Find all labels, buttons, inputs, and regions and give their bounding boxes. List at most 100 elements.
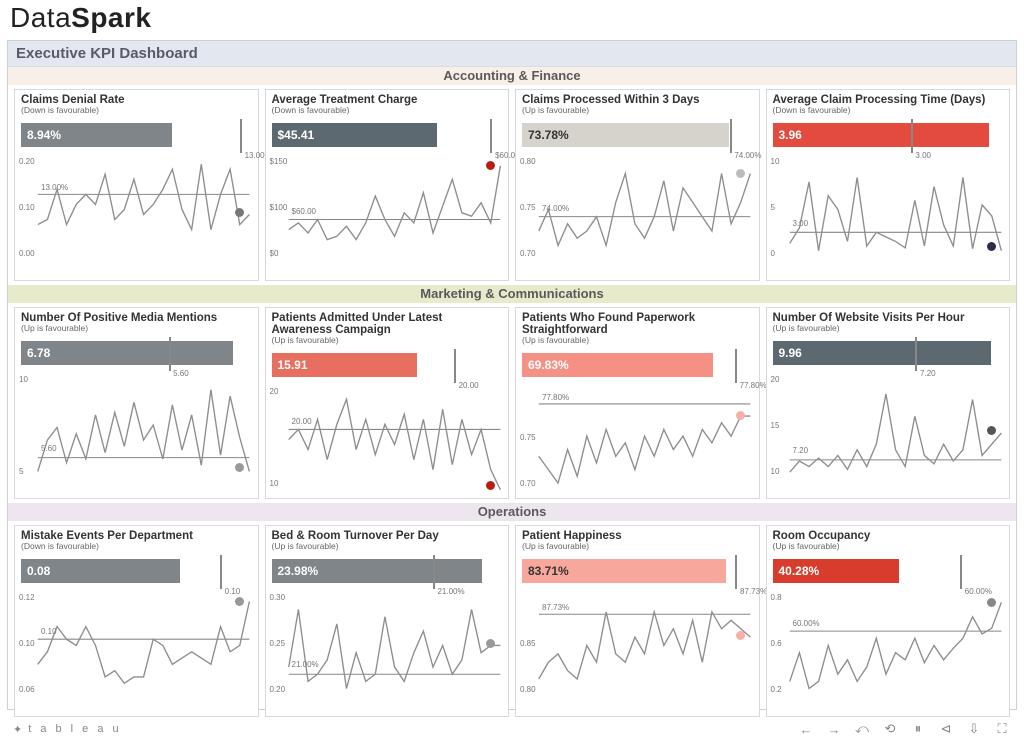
end-dot-icon [736, 411, 745, 420]
share-icon[interactable]: ⊲ [939, 722, 953, 736]
target-marker [915, 337, 917, 371]
kpi-direction: (Up is favourable) [21, 323, 252, 333]
refresh-icon[interactable]: ⟲ [883, 722, 897, 736]
y-tick-label: 10 [270, 479, 279, 488]
y-tick-label: 0.10 [19, 203, 35, 212]
nav-forward-icon[interactable]: → [827, 722, 841, 736]
kpi-card[interactable]: Mistake Events Per Department(Down is fa… [14, 525, 259, 717]
kpi-value-bar: 6.78 [21, 341, 233, 365]
target-marker [220, 555, 222, 589]
kpi-value-bar: 15.91 [272, 353, 417, 377]
kpi-card[interactable]: Patients Admitted Under Latest Awareness… [265, 307, 510, 499]
kpi-direction: (Up is favourable) [773, 323, 1004, 333]
sparkline-zone: 0.300.250.2021.00% [272, 591, 503, 699]
sparkline-zone: $150 $100 $0 $60.00 [272, 155, 503, 263]
y-tick-label: $100 [270, 203, 288, 212]
y-tick-label: 0.6 [771, 639, 782, 648]
kpi-value: 15.91 [278, 358, 308, 372]
tableau-logo-text: t a b l e a u [28, 723, 121, 735]
mean-label: 7.20 [793, 446, 809, 455]
y-tick-label: $150 [270, 157, 288, 166]
fullscreen-icon[interactable]: ⛶ [995, 722, 1009, 736]
kpi-direction: (Down is favourable) [272, 105, 503, 115]
end-dot-icon [987, 242, 996, 251]
section-header-finance: Accounting & Finance [8, 67, 1016, 85]
sparkline-zone: 0.800.750.7074.00% [522, 155, 753, 263]
y-tick-label: 0.10 [19, 639, 35, 648]
kpi-value-bar: 0.08 [21, 559, 180, 583]
mean-label: $60.00 [292, 207, 316, 216]
kpi-card[interactable]: Patient Happiness(Up is favourable)83.71… [515, 525, 760, 717]
download-icon[interactable]: ⇩ [967, 722, 981, 736]
kpi-value: 40.28% [779, 564, 820, 578]
mean-label: 0.10 [41, 627, 57, 636]
kpi-direction: (Up is favourable) [522, 541, 753, 551]
bullet-zone: 23.98%21.00% [272, 559, 503, 589]
bullet-zone: 3.963.00 [773, 123, 1004, 153]
nav-back-icon[interactable]: ← [799, 722, 813, 736]
pause-icon[interactable]: ⏸ [911, 722, 925, 736]
kpi-value: 83.71% [528, 564, 569, 578]
end-dot-icon [486, 481, 495, 490]
kpi-card[interactable]: Bed & Room Turnover Per Day(Up is favour… [265, 525, 510, 717]
bullet-zone: 83.71%87.73% [522, 559, 753, 589]
end-dot-icon [486, 161, 495, 170]
kpi-value-bar: 3.96 [773, 123, 990, 147]
sparkline-zone: 0.120.100.060.10 [21, 591, 252, 699]
mean-label: 20.00 [292, 417, 312, 426]
target-marker [735, 555, 737, 589]
bullet-zone: 40.28%60.00% [773, 559, 1004, 589]
y-tick-label: 0.00 [19, 249, 35, 258]
kpi-card[interactable]: Claims Processed Within 3 Days(Up is fav… [515, 89, 760, 281]
kpi-card[interactable]: Number Of Website Visits Per Hour(Up is … [766, 307, 1011, 499]
bullet-zone: $45.41$60.00 [272, 123, 503, 153]
bullet-zone: 15.9120.00 [272, 353, 503, 383]
target-marker [735, 349, 737, 383]
mean-label: 3.00 [793, 219, 809, 228]
kpi-value: 0.08 [27, 564, 50, 578]
brand-word-a: Data [10, 2, 71, 33]
kpi-value-bar: 83.71% [522, 559, 726, 583]
mean-label: 21.00% [292, 660, 319, 669]
sparkline-zone: 10503.00 [773, 155, 1004, 263]
kpi-direction: (Down is favourable) [21, 105, 252, 115]
y-tick-label: 0.8 [771, 593, 782, 602]
bullet-zone: 8.94%13.00% [21, 123, 252, 153]
kpi-value-bar: 23.98% [272, 559, 482, 583]
kpi-card[interactable]: Room Occupancy(Up is favourable)40.28%60… [766, 525, 1011, 717]
end-dot-icon [736, 169, 745, 178]
target-marker [490, 119, 492, 153]
sparkline-zone: 0.80.60.260.00% [773, 591, 1004, 699]
kpi-direction: (Up is favourable) [272, 541, 503, 551]
y-tick-label: 20 [771, 375, 780, 384]
bullet-zone: 9.967.20 [773, 341, 1004, 371]
target-marker [911, 119, 913, 153]
dashboard-frame: Executive KPI Dashboard Accounting & Fin… [7, 40, 1017, 710]
kpi-value-bar: $45.41 [272, 123, 438, 147]
y-tick-label: 0.20 [19, 157, 35, 166]
kpi-card[interactable]: Patients Who Found Paperwork Straightfor… [515, 307, 760, 499]
kpi-value-bar: 69.83% [522, 353, 713, 377]
revert-icon[interactable]: ⤺ [855, 722, 869, 736]
kpi-card[interactable]: Claims Denial Rate(Down is favourable)8.… [14, 89, 259, 281]
y-tick-label: 5 [19, 467, 23, 476]
kpi-value-bar: 8.94% [21, 123, 172, 147]
kpi-direction: (Up is favourable) [272, 335, 503, 345]
sparkline-zone: 2015107.20 [773, 373, 1004, 481]
y-tick-label: 5 [771, 203, 775, 212]
kpi-value: 69.83% [528, 358, 569, 372]
tableau-logo-icon: ✦ [13, 723, 25, 736]
section-header-marketing: Marketing & Communications [8, 285, 1016, 303]
brand-word-b: Spark [71, 2, 151, 33]
y-tick-label: 0.2 [771, 685, 782, 694]
kpi-card[interactable]: Average Treatment Charge(Down is favoura… [265, 89, 510, 281]
row-operations: Mistake Events Per Department(Down is fa… [8, 521, 1016, 721]
row-marketing: Number Of Positive Media Mentions(Up is … [8, 303, 1016, 503]
kpi-direction: (Up is favourable) [522, 105, 753, 115]
y-tick-label: $0 [270, 249, 279, 258]
kpi-card[interactable]: Number Of Positive Media Mentions(Up is … [14, 307, 259, 499]
kpi-card[interactable]: Average Claim Processing Time (Days)(Dow… [766, 89, 1011, 281]
sparkline-zone: 201020.00 [272, 385, 503, 493]
y-tick-label: 0.85 [520, 639, 536, 648]
sparkline-zone: 0.200.100.0013.00% [21, 155, 252, 263]
